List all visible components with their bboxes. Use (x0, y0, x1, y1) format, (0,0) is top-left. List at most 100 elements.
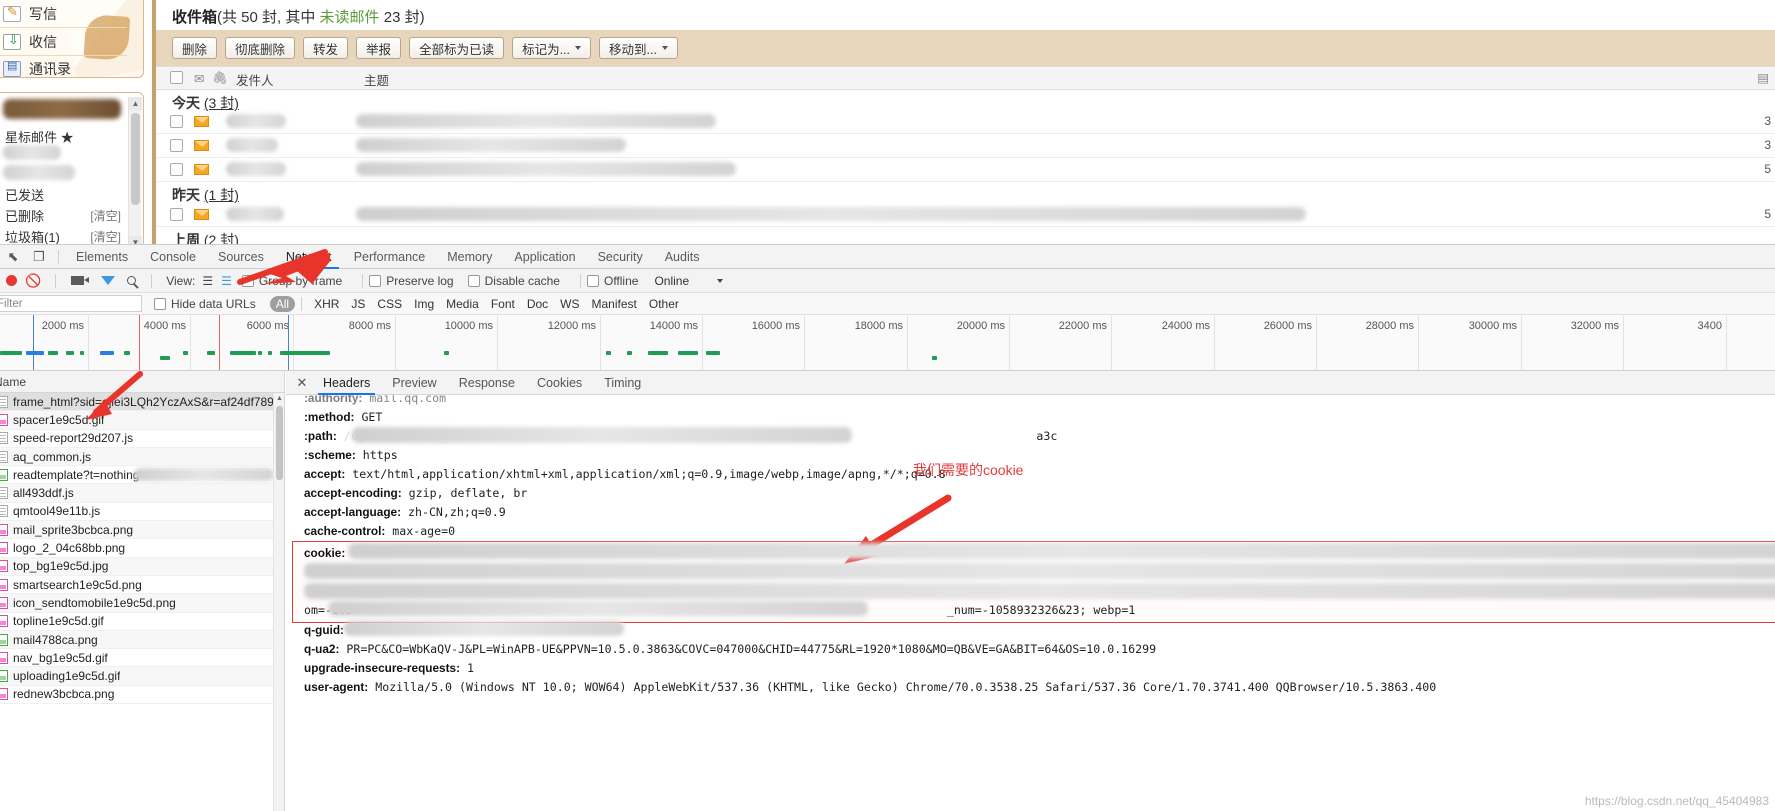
scroll-thumb[interactable] (276, 406, 283, 480)
load-marker (139, 315, 140, 370)
table-row[interactable]: 5 (156, 203, 1775, 227)
list-item[interactable]: speed-report29d207.js (0, 430, 284, 448)
filter-type-img[interactable]: Img (408, 296, 440, 312)
group-label: 今天 (172, 95, 200, 111)
scroll-down-icon[interactable]: ▼ (129, 236, 142, 244)
folder-starred[interactable]: 星标邮件 ★ (5, 127, 74, 146)
filter-type-xhr[interactable]: XHR (308, 296, 345, 312)
detail-tab-response[interactable]: Response (448, 371, 526, 395)
checkbox-label: Hide data URLs (171, 296, 256, 311)
scroll-up-icon[interactable]: ▲ (129, 97, 142, 110)
tab-audits[interactable]: Audits (654, 245, 711, 269)
list-item[interactable]: aq_common.js (0, 447, 284, 467)
folder-clear-deleted[interactable]: [清空] (90, 207, 121, 224)
unread-link[interactable]: 未读邮件 (320, 9, 380, 26)
filter-type-doc[interactable]: Doc (521, 296, 554, 312)
checkbox-box[interactable] (467, 274, 480, 287)
mark-as-dropdown[interactable]: 标记为... (512, 37, 591, 59)
list-item[interactable]: all493ddf.js (0, 484, 284, 503)
folder-spam[interactable]: 垃圾箱(1) (5, 227, 60, 244)
folder-deleted[interactable]: 已删除 (5, 206, 44, 225)
hide-data-urls-checkbox[interactable]: Hide data URLs (154, 297, 256, 311)
folder-scrollbar[interactable]: ▲ ▼ (128, 97, 142, 244)
table-row[interactable]: 5 (156, 158, 1775, 182)
filter-input[interactable]: Filter (0, 294, 142, 312)
nav-item-contacts[interactable]: 通讯录 (3, 55, 71, 77)
close-icon[interactable]: ✕ (292, 371, 312, 395)
disable-cache-checkbox[interactable]: Disable cache (467, 274, 560, 288)
request-bar (268, 351, 272, 355)
tab-memory[interactable]: Memory (436, 245, 503, 269)
detail-tab-preview[interactable]: Preview (381, 371, 447, 395)
scroll-up-icon[interactable]: ▲ (274, 393, 284, 404)
filter-type-media[interactable]: Media (440, 296, 485, 312)
filter-type-font[interactable]: Font (485, 296, 521, 312)
tab-security[interactable]: Security (587, 245, 654, 269)
filter-type-manifest[interactable]: Manifest (586, 296, 643, 312)
list-item[interactable]: top_bg1e9c5d.jpg (0, 557, 284, 576)
preserve-log-checkbox[interactable]: Preserve log (369, 274, 454, 288)
offline-checkbox[interactable]: Offline (586, 274, 638, 288)
list-item[interactable]: qmtool49e11b.js (0, 503, 284, 522)
report-button[interactable]: 举报 (356, 37, 402, 59)
forward-button[interactable]: 转发 (303, 37, 349, 59)
permanent-delete-button[interactable]: 彻底删除 (225, 37, 296, 59)
list-item[interactable]: mail_sprite3bcbca.png (0, 521, 284, 540)
move-to-dropdown[interactable]: 移动到... (599, 37, 678, 59)
nav-item-compose[interactable]: 写信 (3, 0, 57, 27)
detail-tab-headers[interactable]: Headers (312, 371, 381, 395)
record-icon[interactable] (6, 275, 17, 286)
clear-icon[interactable]: 🚫 (25, 273, 41, 289)
inspect-element-icon[interactable]: ⬉ (0, 245, 26, 269)
row-checkbox[interactable] (170, 139, 183, 152)
nav-label-compose: 写信 (29, 5, 57, 22)
filter-type-all[interactable]: All (269, 295, 296, 312)
request-name: rednew3bcbca.png (13, 687, 115, 702)
request-name: readtemplate?t=nothing (13, 467, 140, 482)
nav-item-receive[interactable]: 收信 (3, 28, 57, 55)
chevron-down-icon[interactable] (717, 278, 724, 283)
script-file-icon (0, 505, 8, 518)
delete-button[interactable]: 删除 (172, 37, 218, 59)
filter-icon[interactable] (101, 276, 116, 285)
list-item[interactable]: logo_2_04c68bb.png (0, 539, 284, 558)
filter-type-ws[interactable]: WS (554, 296, 585, 312)
throttling-select[interactable]: Online (654, 274, 689, 288)
select-all-checkbox[interactable] (170, 71, 183, 84)
checkbox-box[interactable] (586, 274, 599, 287)
device-toolbar-icon[interactable]: ❐ (26, 245, 52, 269)
checkbox-box[interactable] (369, 274, 382, 287)
list-item[interactable]: mail4788ca.png (0, 630, 284, 650)
list-item[interactable]: readtemplate?t=nothing (0, 466, 284, 485)
row-checkbox[interactable] (170, 115, 183, 128)
filter-type-other[interactable]: Other (643, 296, 685, 312)
tab-elements[interactable]: Elements (65, 245, 139, 269)
request-list-scrollbar[interactable]: ▲ (273, 393, 284, 811)
leaf-decoration-icon (66, 0, 143, 77)
tab-performance[interactable]: Performance (343, 245, 437, 269)
folder-clear-spam[interactable]: [清空] (90, 228, 121, 244)
list-item[interactable]: icon_sendtomobile1e9c5d.png (0, 594, 284, 613)
mark-all-read-button[interactable]: 全部标为已读 (409, 37, 505, 59)
list-item[interactable]: uploading1e9c5d.gif (0, 667, 284, 686)
tab-console[interactable]: Console (139, 245, 207, 269)
script-file-icon (0, 450, 8, 463)
detail-tab-cookies[interactable]: Cookies (526, 371, 593, 395)
tab-application[interactable]: Application (503, 245, 586, 269)
table-row[interactable]: 3 (156, 110, 1775, 134)
list-item[interactable]: nav_bg1e9c5d.gif (0, 649, 284, 668)
list-item[interactable]: rednew3bcbca.png (0, 686, 284, 705)
filter-type-css[interactable]: CSS (371, 296, 408, 312)
filter-type-js[interactable]: JS (345, 296, 371, 312)
scroll-thumb[interactable] (131, 113, 140, 205)
table-row[interactable]: 3 (156, 134, 1775, 158)
network-overview-timeline[interactable]: 2000 ms 4000 ms 6000 ms 8000 ms 10000 ms… (0, 315, 1775, 371)
search-icon[interactable] (127, 276, 137, 285)
folder-sent[interactable]: 已发送 (5, 185, 44, 204)
detail-tab-timing[interactable]: Timing (593, 371, 652, 395)
list-item[interactable]: smartsearch1e9c5d.png (0, 576, 284, 595)
capture-screenshots-icon[interactable] (71, 276, 90, 285)
row-checkbox[interactable] (170, 163, 183, 176)
row-checkbox[interactable] (170, 208, 183, 221)
list-item[interactable]: topline1e9c5d.gif (0, 613, 284, 631)
